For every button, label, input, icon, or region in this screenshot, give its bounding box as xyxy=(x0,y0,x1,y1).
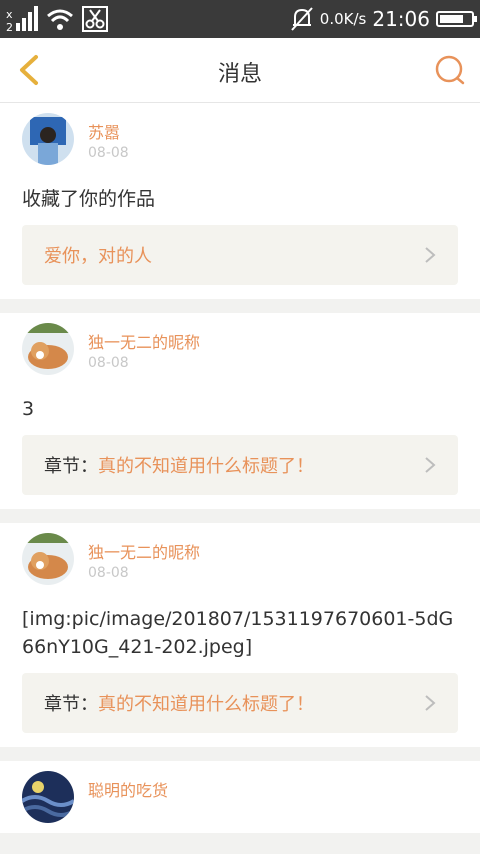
referenced-chapter[interactable]: 章节： 真的不知道用什么标题了！ xyxy=(22,673,458,733)
status-left: x 2 xyxy=(6,4,108,34)
message-list: 苏嚣 08-08 收藏了你的作品 爱你，对的人 独一无二的昵称 08-08 3 … xyxy=(0,103,480,847)
avatar-image xyxy=(22,323,74,375)
username[interactable]: 独一无二的昵称 xyxy=(88,329,200,353)
avatar[interactable] xyxy=(22,771,74,823)
message-card: 独一无二的昵称 08-08 [img:pic/image/201807/1531… xyxy=(0,523,480,747)
message-card: 独一无二的昵称 08-08 3 章节： 真的不知道用什么标题了！ xyxy=(0,313,480,509)
wifi-icon xyxy=(47,9,73,30)
status-bar: x 2 0.0K/s 21:06 xyxy=(0,0,480,38)
battery-icon xyxy=(436,11,477,27)
signal-icon: x 2 xyxy=(6,6,38,32)
ref-prefix: 章节： xyxy=(44,456,98,477)
avatar-image xyxy=(22,113,74,165)
message-text: 收藏了你的作品 xyxy=(22,188,156,210)
network-speed: 0.0K/s xyxy=(319,10,367,28)
avatar[interactable] xyxy=(22,533,74,585)
avatar[interactable] xyxy=(22,113,74,165)
message-card: 苏嚣 08-08 收藏了你的作品 爱你，对的人 xyxy=(0,103,480,299)
ref-title: 真的不知道用什么标题了！ xyxy=(98,694,314,715)
username[interactable]: 聪明的吃货 xyxy=(88,777,168,801)
status-right: 0.0K/s 21:06 xyxy=(290,4,477,34)
battery-fill xyxy=(440,15,463,23)
page-title: 消息 xyxy=(217,62,262,87)
ref-title: 真的不知道用什么标题了！ xyxy=(98,456,314,477)
message-date: 08-08 xyxy=(88,565,129,581)
message-date: 08-08 xyxy=(88,355,129,371)
message-header: 聪明的吃货 xyxy=(22,761,458,833)
svg-text:2: 2 xyxy=(6,21,13,32)
referenced-work[interactable]: 爱你，对的人 xyxy=(22,225,458,285)
chevron-right-icon xyxy=(425,457,436,473)
message-card: 聪明的吃货 xyxy=(0,761,480,833)
message-header: 苏嚣 08-08 xyxy=(22,103,458,175)
avatar-image xyxy=(22,771,74,823)
muted-bell-icon xyxy=(291,7,313,31)
scissors-icon xyxy=(82,6,108,32)
avatar-image xyxy=(22,533,74,585)
chevron-right-icon xyxy=(425,695,436,711)
app-header: 消息 xyxy=(0,38,480,103)
message-header: 独一无二的昵称 08-08 xyxy=(22,523,458,595)
avatar[interactable] xyxy=(22,323,74,375)
clock: 21:06 xyxy=(372,7,430,31)
username[interactable]: 苏嚣 xyxy=(88,119,120,143)
message-text: 3 xyxy=(22,398,35,420)
message-text: [img:pic/image/201807/1531197670601-5dG6… xyxy=(22,608,454,658)
svg-text:x: x xyxy=(6,8,13,21)
referenced-chapter[interactable]: 章节： 真的不知道用什么标题了！ xyxy=(22,435,458,495)
ref-title: 爱你，对的人 xyxy=(44,246,152,267)
search-icon xyxy=(435,55,465,85)
message-date: 08-08 xyxy=(88,145,129,161)
message-header: 独一无二的昵称 08-08 xyxy=(22,313,458,385)
search-button[interactable] xyxy=(432,52,468,88)
chevron-right-icon xyxy=(425,247,436,263)
ref-prefix: 章节： xyxy=(44,694,98,715)
username[interactable]: 独一无二的昵称 xyxy=(88,539,200,563)
